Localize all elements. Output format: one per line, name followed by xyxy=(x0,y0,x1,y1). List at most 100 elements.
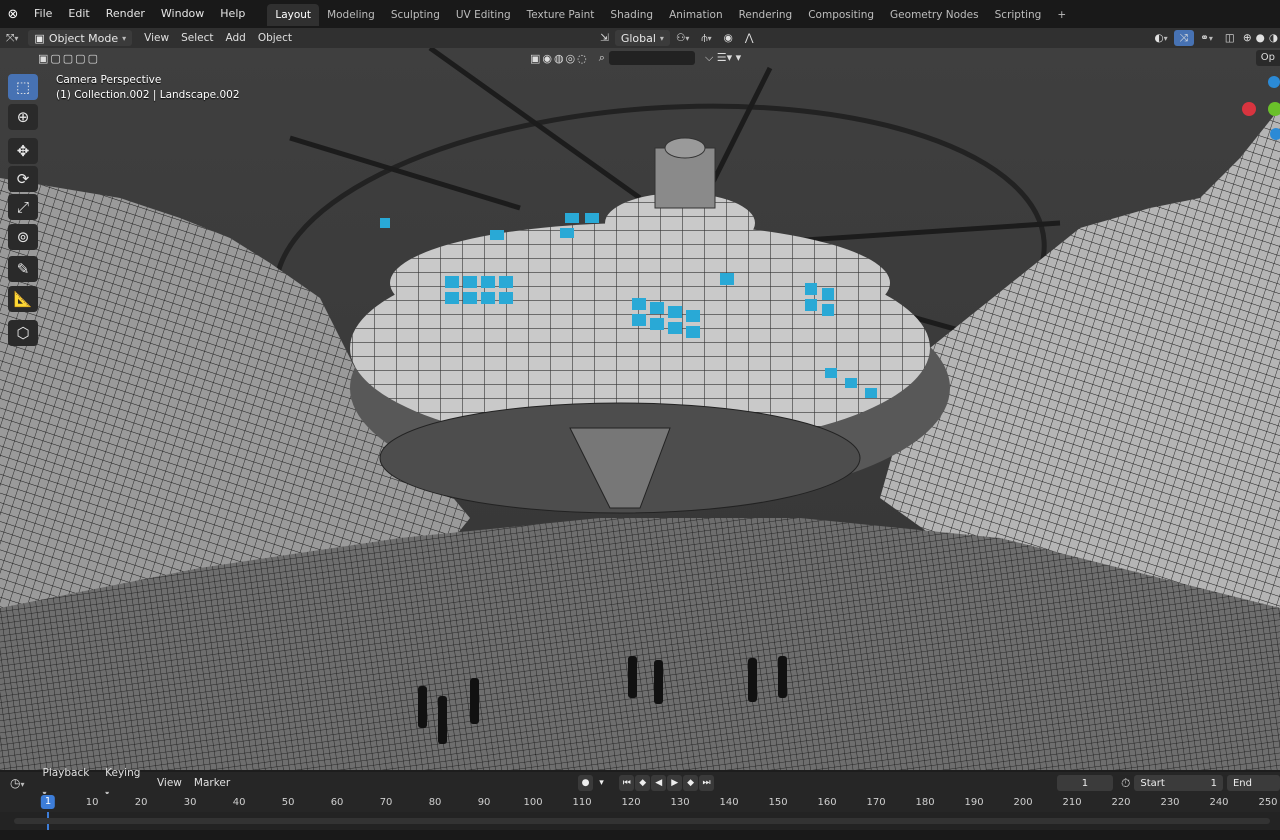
ruler-mark: 30 xyxy=(183,797,197,808)
record-icon[interactable]: ● xyxy=(578,775,594,791)
gizmo-z-top-icon[interactable] xyxy=(1268,76,1280,88)
scene-render xyxy=(0,48,1280,770)
menu-view[interactable]: View xyxy=(138,28,175,48)
ruler-mark: 220 xyxy=(1111,797,1131,808)
blender-logo-icon[interactable]: ⊗ xyxy=(0,7,26,22)
gizmo-x-axis-icon[interactable] xyxy=(1242,102,1256,116)
overlays-icon[interactable]: ⚭▾ xyxy=(1194,28,1219,49)
tab-compositing[interactable]: Compositing xyxy=(800,4,882,26)
ruler-mark: 60 xyxy=(330,797,344,808)
orientation-label: Global xyxy=(620,31,656,45)
transform-orientation-icon[interactable]: ⇲ xyxy=(594,28,615,48)
play-icon[interactable]: ▶ xyxy=(667,775,683,791)
add-cube-tool-icon[interactable]: ⬡ xyxy=(8,320,38,346)
tab-uv-editing[interactable]: UV Editing xyxy=(448,4,519,26)
jump-end-icon[interactable]: ⏭ xyxy=(699,775,715,791)
mode-dropdown[interactable]: ▣ Object Mode ▾ xyxy=(28,30,133,46)
cursor-tool-icon[interactable]: ⊕ xyxy=(8,104,38,130)
end-frame-field[interactable]: End xyxy=(1226,775,1280,791)
add-workspace-button[interactable]: + xyxy=(1049,4,1074,26)
menu-render[interactable]: Render xyxy=(98,0,153,28)
visibility-icon[interactable]: ◐▾ xyxy=(1149,28,1174,49)
ruler-mark: 120 xyxy=(621,797,641,808)
snap-icon[interactable]: ⫛▾ xyxy=(695,28,717,49)
timeline-track[interactable] xyxy=(0,812,1280,830)
tab-layout[interactable]: Layout xyxy=(267,4,320,26)
timeline-scrollbar[interactable] xyxy=(14,818,1270,824)
ruler-mark: 180 xyxy=(915,797,935,808)
editor-type-icon[interactable]: ⤧▾ xyxy=(0,28,24,49)
ruler-mark: 200 xyxy=(1013,797,1033,808)
menu-add[interactable]: Add xyxy=(219,28,251,48)
annotate-tool-icon[interactable]: ✎ xyxy=(8,256,38,282)
ruler-mark: 210 xyxy=(1062,797,1082,808)
measure-tool-icon[interactable]: 📐 xyxy=(8,286,38,312)
top-menu-bar: ⊗ File Edit Render Window Help Layout Mo… xyxy=(0,0,1280,28)
ruler-mark: 230 xyxy=(1160,797,1180,808)
ruler-mark: 250 xyxy=(1258,797,1278,808)
viewport-search-input[interactable] xyxy=(608,51,695,65)
menu-window[interactable]: Window xyxy=(153,0,212,28)
preview-range-icon[interactable]: ⏱ xyxy=(1121,776,1130,791)
current-frame-field[interactable]: 1 xyxy=(1056,775,1113,791)
tab-geometry-nodes[interactable]: Geometry Nodes xyxy=(882,4,987,26)
ruler-mark: 190 xyxy=(964,797,984,808)
play-reverse-icon[interactable]: ◀ xyxy=(651,775,667,791)
chevron-down-icon: ▾ xyxy=(122,33,127,43)
tab-texture-paint[interactable]: Texture Paint xyxy=(519,4,603,26)
menu-file[interactable]: File xyxy=(26,0,60,28)
options-tab[interactable]: Op xyxy=(1255,50,1280,66)
camera-perspective-label: Camera Perspective xyxy=(56,74,162,86)
scale-tool-icon[interactable]: ⤢ xyxy=(8,194,38,220)
timeline-ruler[interactable]: 1 10 20 30 40 50 60 70 80 90 100 110 120 130 140 150 160… xyxy=(0,794,1280,812)
prev-keyframe-icon[interactable]: ◆ xyxy=(635,775,651,791)
move-tool-icon[interactable]: ✥ xyxy=(8,138,38,164)
ruler-mark: 100 xyxy=(523,797,543,808)
menu-marker[interactable]: Marker xyxy=(188,773,236,793)
tab-modeling[interactable]: Modeling xyxy=(319,4,383,26)
object-mode-icon: ▣ xyxy=(34,31,45,45)
tab-shading[interactable]: Shading xyxy=(602,4,661,26)
jump-start-icon[interactable]: ⏮ xyxy=(619,775,635,791)
pivot-icon[interactable]: ⚇▾ xyxy=(670,28,695,49)
menu-help[interactable]: Help xyxy=(212,0,253,28)
ruler-mark: 50 xyxy=(281,797,295,808)
proportional-edit-icon[interactable]: ◉ xyxy=(718,28,739,48)
tab-animation[interactable]: Animation xyxy=(661,4,731,26)
ruler-mark: 1 xyxy=(40,795,56,809)
3d-viewport[interactable]: Camera Perspective (1) Collection.002 | … xyxy=(0,48,1280,770)
transform-tool-icon[interactable]: ⊚ xyxy=(8,224,38,250)
filter-icons[interactable]: ▣◉◍◎◌ xyxy=(530,52,589,65)
autokey-options-icon[interactable]: ▾ xyxy=(594,775,609,791)
ruler-mark: 160 xyxy=(817,797,837,808)
shading-wireframe-icon[interactable]: ⊕ xyxy=(1241,28,1254,48)
shading-material-icon[interactable]: ◑ xyxy=(1267,28,1280,48)
menu-object[interactable]: Object xyxy=(252,28,298,48)
mode-label: Object Mode xyxy=(48,31,119,45)
select-box-tool-icon[interactable]: ⬚ xyxy=(8,74,38,100)
viewport-header: ⤧▾ ▣ Object Mode ▾ View Select Add Objec… xyxy=(0,28,1280,48)
shading-solid-icon[interactable]: ● xyxy=(1254,28,1267,48)
ruler-mark: 130 xyxy=(670,797,690,808)
menu-select[interactable]: Select xyxy=(175,28,219,48)
gizmo-y-axis-icon[interactable] xyxy=(1268,102,1280,116)
gizmo-toggle-icon[interactable]: ⤨ xyxy=(1173,30,1195,46)
start-frame-field[interactable]: Start 1 xyxy=(1134,775,1223,791)
menu-edit[interactable]: Edit xyxy=(60,0,97,28)
tab-rendering[interactable]: Rendering xyxy=(731,4,801,26)
falloff-icon[interactable]: ⋀ xyxy=(739,28,760,48)
rotate-tool-icon[interactable]: ⟳ xyxy=(8,166,38,192)
tab-sculpting[interactable]: Sculpting xyxy=(383,4,448,26)
orientation-dropdown[interactable]: Global ▾ xyxy=(614,30,670,46)
tab-scripting[interactable]: Scripting xyxy=(987,4,1050,26)
timeline-editor-icon[interactable]: ◷▾ xyxy=(10,776,25,790)
menu-timeline-view[interactable]: View xyxy=(151,773,188,793)
next-keyframe-icon[interactable]: ◆ xyxy=(683,775,699,791)
xray-icon[interactable]: ◫ xyxy=(1219,28,1241,48)
view-options-icon[interactable]: ⌵ ☰▾ ▾ xyxy=(705,51,741,65)
gizmo-z-axis-icon[interactable] xyxy=(1270,128,1280,140)
ruler-mark: 170 xyxy=(866,797,886,808)
active-collection-label: (1) Collection.002 | Landscape.002 xyxy=(56,89,240,101)
select-mode-icons[interactable]: ▣▢▢▢▢ xyxy=(38,52,100,65)
search-icon[interactable]: ⌕ xyxy=(599,51,605,65)
